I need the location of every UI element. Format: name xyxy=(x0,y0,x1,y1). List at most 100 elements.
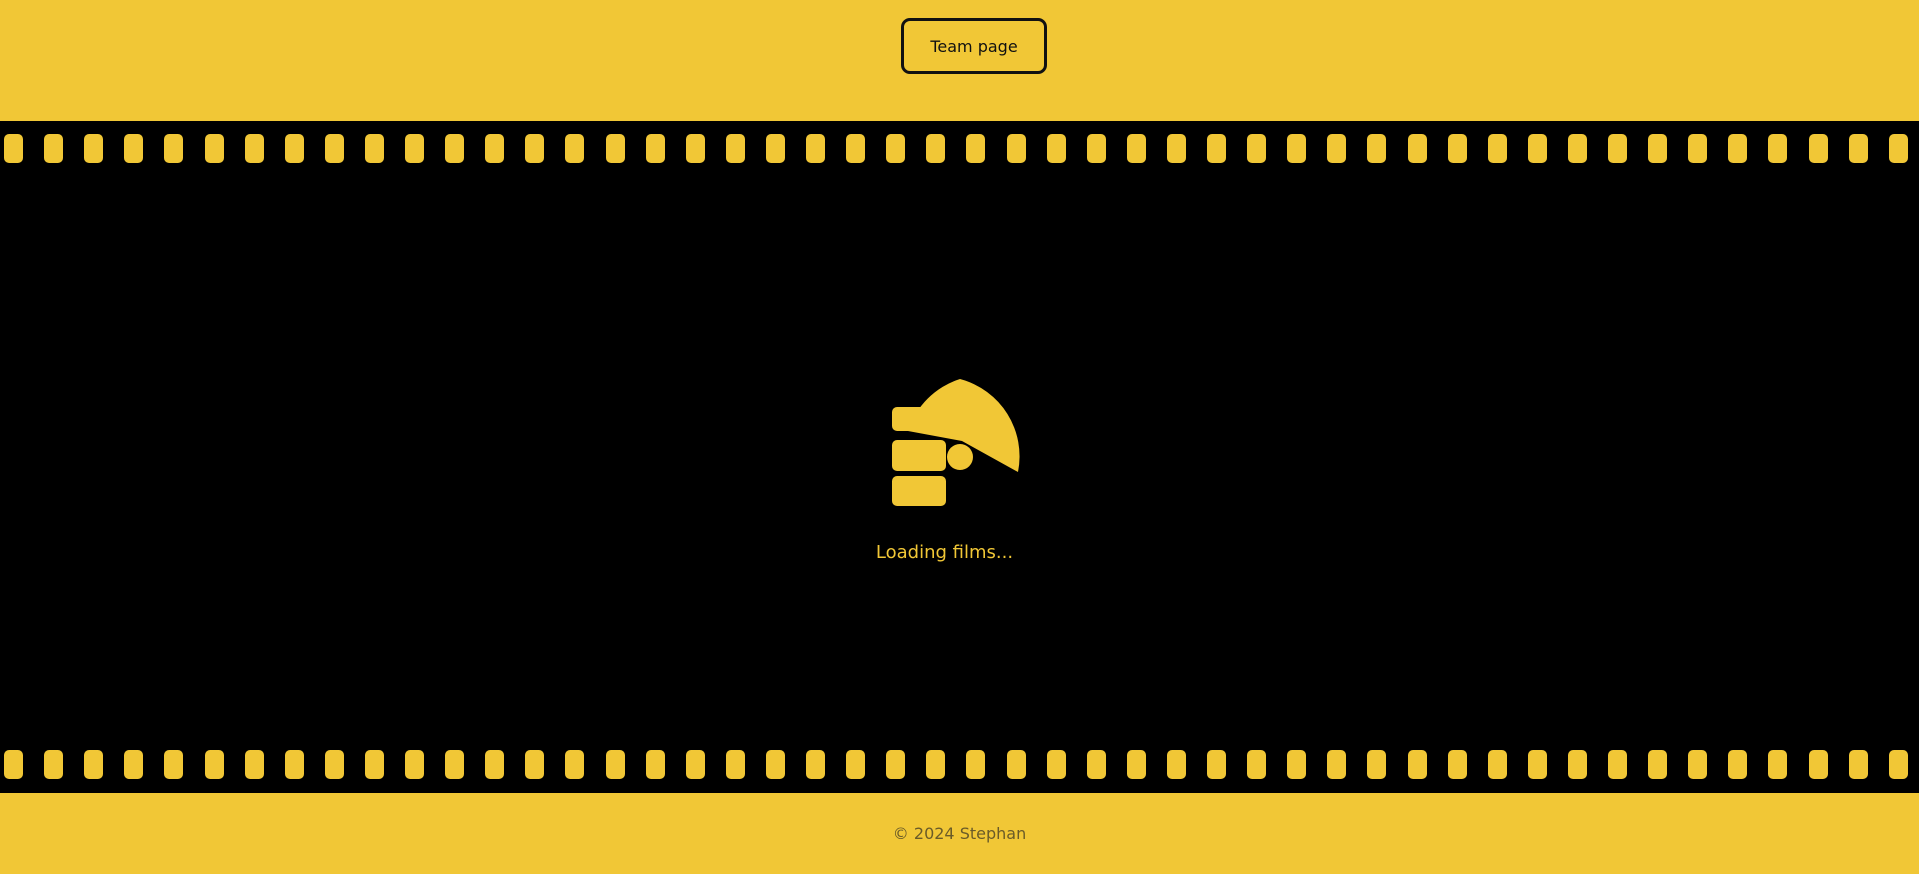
film-perforation xyxy=(364,134,384,163)
film-perforation xyxy=(1648,134,1668,163)
film-perforation xyxy=(846,750,866,779)
film-perforation xyxy=(1648,750,1668,779)
film-perforation xyxy=(1487,134,1507,163)
film-perforation xyxy=(204,134,224,163)
film-perforation xyxy=(1367,750,1387,779)
film-perforation xyxy=(1287,750,1307,779)
film-perforation xyxy=(886,750,906,779)
film-perforation xyxy=(1166,134,1186,163)
film-perforation xyxy=(1608,134,1627,163)
film-perforation xyxy=(1006,750,1026,779)
film-perforation xyxy=(605,134,625,163)
film-perforation xyxy=(1086,750,1106,779)
film-perforation xyxy=(765,750,785,779)
film-perforation xyxy=(204,750,224,779)
film-perforation xyxy=(405,750,424,779)
film-perforation xyxy=(1327,134,1347,163)
film-perforation xyxy=(1808,134,1828,163)
film-perforation xyxy=(1287,134,1307,163)
film-perforation xyxy=(44,750,64,779)
film-perforation xyxy=(725,750,745,779)
film-perforation xyxy=(284,134,304,163)
film-perforation xyxy=(1567,750,1587,779)
film-perforation xyxy=(1768,750,1788,779)
film-perforation xyxy=(1207,134,1226,163)
film-perforation xyxy=(1527,134,1547,163)
film-perforation xyxy=(244,750,264,779)
film-perforation xyxy=(525,750,545,779)
header: Team page xyxy=(0,0,1919,121)
film-perforation xyxy=(966,750,986,779)
film-perforation xyxy=(725,134,745,163)
film-perforation xyxy=(806,134,825,163)
film-perforation xyxy=(1046,750,1066,779)
film-perforation xyxy=(1046,134,1066,163)
film-perforation xyxy=(124,134,144,163)
film-perforation xyxy=(485,134,505,163)
film-perforation xyxy=(765,134,785,163)
film-perforation xyxy=(806,750,825,779)
film-perforation xyxy=(1728,134,1748,163)
film-perforation xyxy=(1327,750,1347,779)
film-perforation xyxy=(1247,134,1267,163)
film-perforation xyxy=(1527,750,1547,779)
film-perforation xyxy=(1447,134,1467,163)
film-perforation xyxy=(565,750,585,779)
film-perforation xyxy=(44,134,64,163)
film-perforation xyxy=(84,134,104,163)
film-perforation xyxy=(1166,750,1186,779)
film-perforation xyxy=(485,750,505,779)
copyright-text: © 2024 Stephan xyxy=(892,824,1027,843)
film-perforation xyxy=(1848,134,1868,163)
film-perforation xyxy=(124,750,144,779)
film-perforation xyxy=(324,750,344,779)
film-perforation xyxy=(645,750,665,779)
film-perforation xyxy=(1247,750,1267,779)
film-perforation xyxy=(1567,134,1587,163)
film-perforation xyxy=(846,134,866,163)
film-perforation xyxy=(4,134,23,163)
film-perforation xyxy=(164,750,184,779)
film-perforation xyxy=(1126,750,1146,779)
film-perforation xyxy=(1126,134,1146,163)
film-perforation xyxy=(685,134,705,163)
film-perforation xyxy=(84,750,104,779)
film-perforation xyxy=(1447,750,1467,779)
film-strip: Loading films... xyxy=(0,121,1919,793)
film-projector-loading-icon xyxy=(892,379,1020,506)
film-perforation xyxy=(926,134,946,163)
film-perforation xyxy=(1367,134,1387,163)
film-perforation xyxy=(364,750,384,779)
film-perforation xyxy=(1006,134,1026,163)
film-perforations-bottom xyxy=(0,750,1919,779)
film-perforation xyxy=(284,750,304,779)
team-page-button[interactable]: Team page xyxy=(901,18,1047,74)
film-perforation xyxy=(685,750,705,779)
film-perforation xyxy=(1888,750,1908,779)
film-perforation xyxy=(1728,750,1748,779)
film-perforation xyxy=(445,134,465,163)
film-perforation xyxy=(1608,750,1627,779)
film-perforation xyxy=(164,134,184,163)
loading-text: Loading films... xyxy=(875,542,1014,563)
film-perforation xyxy=(1848,750,1868,779)
film-perforations-top xyxy=(0,134,1919,163)
film-perforation xyxy=(1808,750,1828,779)
film-perforation xyxy=(1768,134,1788,163)
film-perforation xyxy=(1487,750,1507,779)
film-perforation xyxy=(405,134,424,163)
film-perforation xyxy=(1086,134,1106,163)
film-perforation xyxy=(926,750,946,779)
footer: © 2024 Stephan xyxy=(0,793,1919,874)
film-perforation xyxy=(1688,750,1708,779)
film-perforation xyxy=(525,134,545,163)
film-perforation xyxy=(445,750,465,779)
film-perforation xyxy=(324,134,344,163)
film-perforation xyxy=(1407,134,1427,163)
film-perforation xyxy=(244,134,264,163)
film-perforation xyxy=(1207,750,1226,779)
film-perforation xyxy=(1407,750,1427,779)
film-perforation xyxy=(4,750,23,779)
film-perforation xyxy=(886,134,906,163)
film-perforation xyxy=(1688,134,1708,163)
